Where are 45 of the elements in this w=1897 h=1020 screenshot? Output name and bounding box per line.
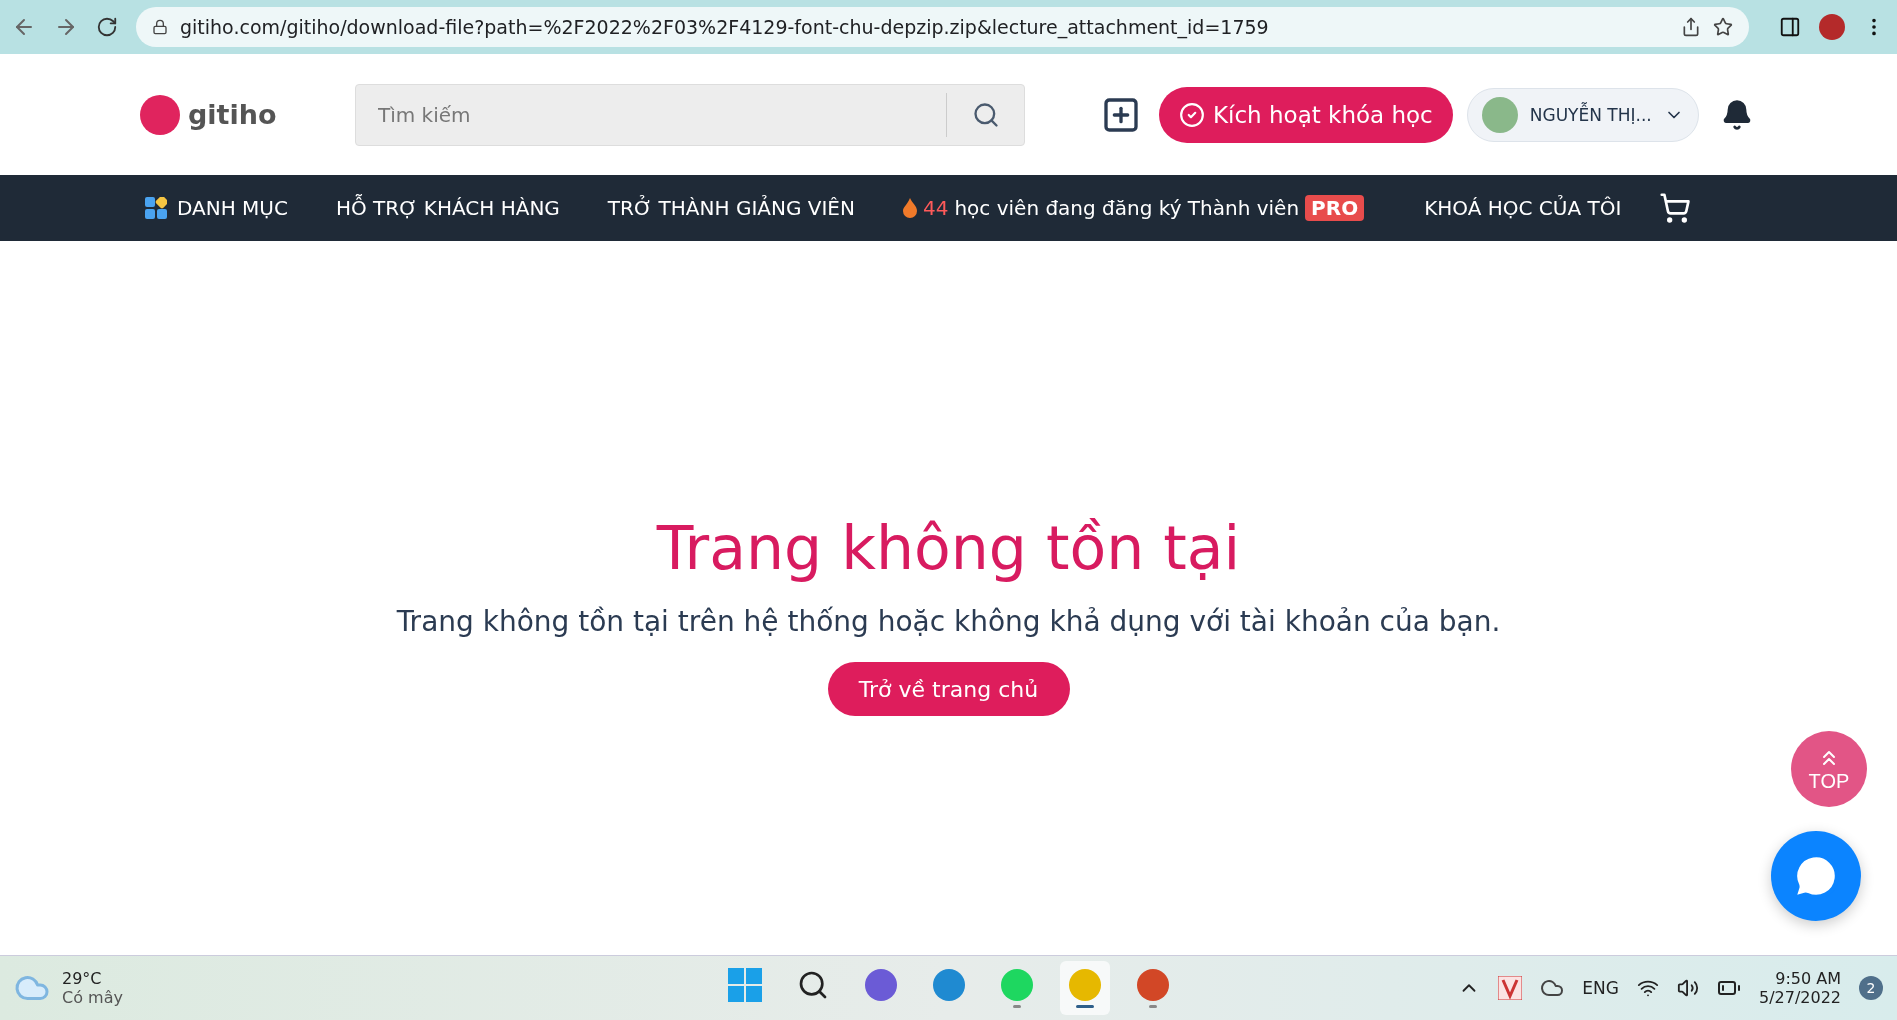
- flame-icon: [902, 198, 917, 218]
- url-text: gitiho.com/gitiho/download-file?path=%2F2022%2F03%2F4129-font-chu-depzip.zip&lecture_attachment_id=1759: [180, 16, 1270, 38]
- category-menu[interactable]: DANH MỤC: [145, 196, 288, 220]
- temperature: 29°C: [62, 969, 103, 988]
- side-panel-icon[interactable]: [1779, 16, 1801, 38]
- app-circle-icon: [1135, 968, 1170, 1002]
- share-icon[interactable]: [1681, 17, 1701, 37]
- language-indicator[interactable]: ENG: [1582, 978, 1619, 998]
- promo-text: học viên đang đăng ký Thành viên: [954, 196, 1300, 220]
- messenger-button[interactable]: [1771, 831, 1861, 921]
- notification-count[interactable]: 2: [1859, 976, 1883, 1000]
- grid-icon: [145, 197, 167, 219]
- scroll-top-button[interactable]: TOP: [1791, 731, 1867, 807]
- volume-icon[interactable]: [1676, 977, 1699, 999]
- clock-time[interactable]: 9:50 AM: [1775, 969, 1841, 988]
- search-bar[interactable]: Tìm kiếm: [355, 83, 1025, 146]
- search-icon: [971, 100, 1000, 129]
- clock-date[interactable]: 5/27/2022: [1758, 988, 1841, 1007]
- app-circle-icon: [863, 968, 898, 1002]
- cart-icon[interactable]: [1659, 192, 1692, 224]
- nav-link[interactable]: TRỞ THÀNH GIẢNG VIÊN: [607, 196, 855, 220]
- logo-icon: [140, 94, 180, 135]
- v-app-icon[interactable]: [1498, 976, 1523, 1000]
- avatar-icon: [1481, 96, 1518, 133]
- windows-logo-icon: [727, 968, 762, 1002]
- logo-text[interactable]: gitiho: [188, 99, 277, 130]
- pro-badge: PRO: [1305, 195, 1365, 221]
- app-circle-icon: [931, 968, 966, 1002]
- check-icon: [1179, 101, 1205, 128]
- home-button[interactable]: Trở về trang chủ: [827, 662, 1070, 716]
- error-message: Trang không tồn tại trên hệ thống hoặc không khả dụng với tài khoản của bạn.: [396, 605, 1501, 638]
- app-circle-icon: [999, 968, 1034, 1002]
- address-bar[interactable]: gitiho.com/gitiho/download-file?path=%2F2022%2F03%2F4129-font-chu-depzip.zip&lecture_attachment_id=1759: [136, 7, 1749, 47]
- app-circle-icon: [1067, 968, 1102, 1002]
- user-menu[interactable]: NGUYỄN THỊ...: [1466, 87, 1699, 142]
- weather-condition: Có mây: [62, 988, 123, 1007]
- nav-link[interactable]: HỖ TRỢ KHÁCH HÀNG: [335, 196, 560, 220]
- reload-icon[interactable]: [96, 16, 118, 38]
- nav-link[interactable]: KHOÁ HỌC CỦA TÔI: [1424, 196, 1622, 220]
- page-title: Trang không tồn tại: [656, 513, 1241, 583]
- search-field[interactable]: Tìm kiếm: [356, 102, 946, 127]
- bookmark-star-icon[interactable]: [1713, 17, 1733, 37]
- activate-course-button[interactable]: Kích hoạt khóa học: [1159, 86, 1453, 143]
- lock-icon: [152, 19, 168, 35]
- promo-count: 44: [922, 196, 949, 220]
